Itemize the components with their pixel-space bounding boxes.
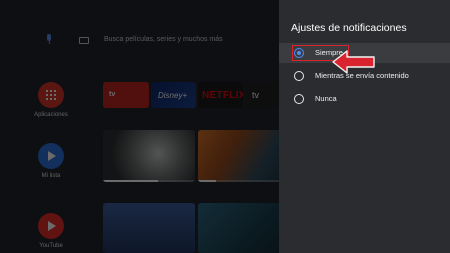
youtube-icon[interactable] [38,213,64,239]
app-tile-netflix-label: NETFLIX [202,90,243,101]
app-tile-tv-label: tv [109,91,116,98]
annotation-arrow-icon [332,50,375,74]
radio-unselected-icon[interactable] [294,94,304,104]
app-tile-apple-tv-label: tv [252,90,260,100]
app-tile-netflix[interactable]: NETFLIX [198,82,243,108]
content-tile[interactable] [198,130,290,182]
microphone-icon[interactable] [46,34,52,45]
youtube-label: YouTube [39,243,63,249]
radio-unselected-icon[interactable] [294,71,304,81]
radio-selected-icon[interactable] [294,48,304,58]
keyboard-icon[interactable] [79,37,89,44]
notification-settings-panel: Ajustes de notificaciones Siempre Mientr… [279,0,450,253]
panel-title: Ajustes de notificaciones [291,22,407,34]
content-tile[interactable] [103,203,195,253]
option-never-label: Nunca [315,94,337,103]
apps-grid-icon[interactable] [38,82,64,108]
app-tile-tv[interactable]: tv [103,82,149,108]
my-list-label: Mi lista [41,173,61,179]
content-tile[interactable] [198,203,290,253]
my-list-icon[interactable] [38,143,64,169]
content-tile[interactable] [103,130,195,182]
search-placeholder[interactable]: Busca películas, series y muchos más [104,36,223,43]
app-tile-disney[interactable]: Disney+ [151,82,196,108]
home-screen-background: Busca películas, series y muchos más Apl… [0,0,290,253]
watch-progress-bar [103,180,195,182]
watch-progress-bar [198,180,290,182]
option-never[interactable]: Nunca [279,89,450,109]
tv-screen: Busca películas, series y muchos más Apl… [0,0,450,253]
app-tile-disney-label: Disney+ [158,91,188,100]
apps-label: Aplicaciones [34,112,68,118]
